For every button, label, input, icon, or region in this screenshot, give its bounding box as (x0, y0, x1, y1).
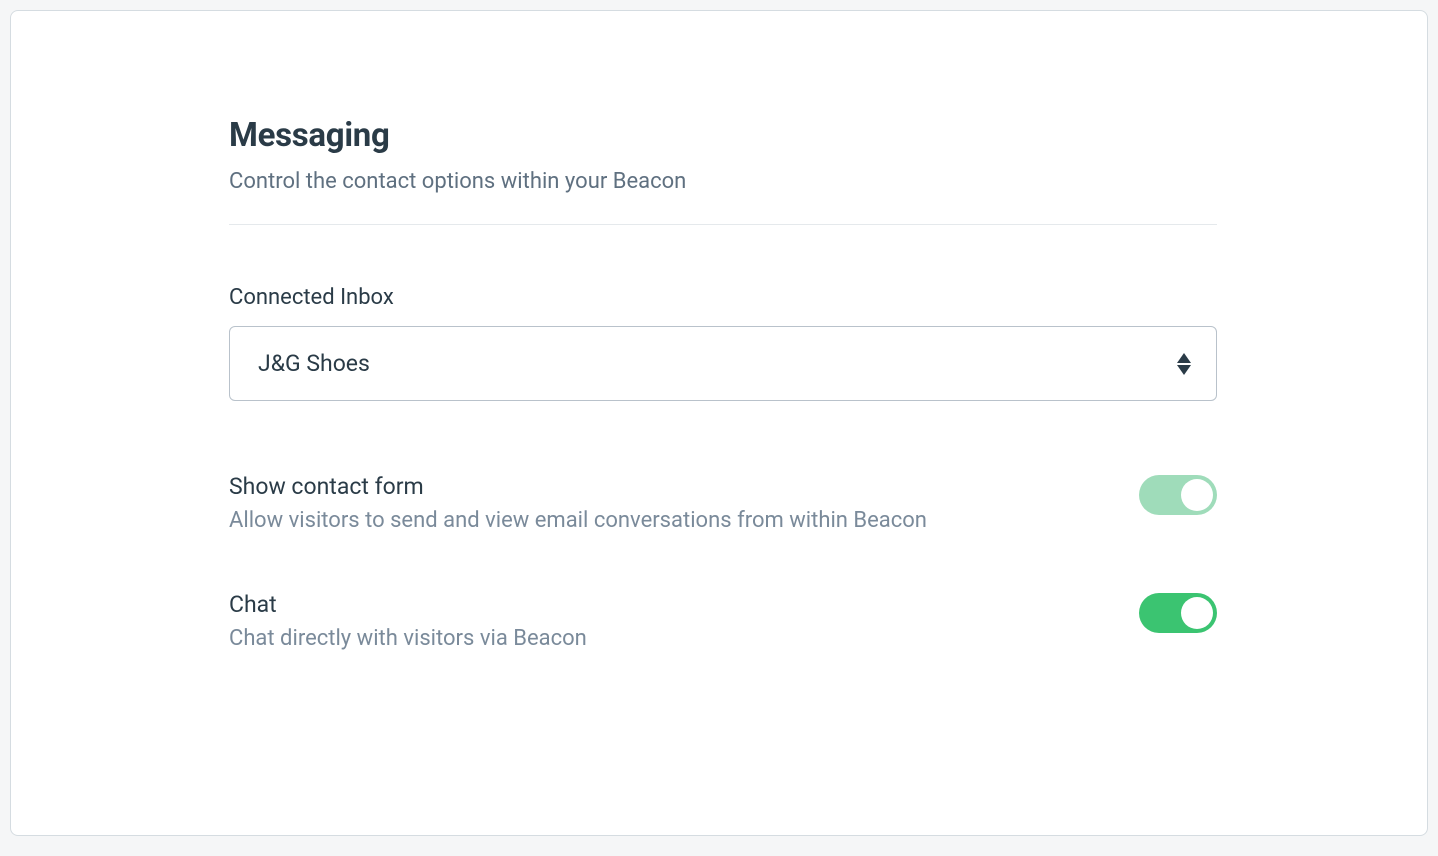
show-contact-form-row: Show contact form Allow visitors to send… (229, 473, 1217, 533)
show-contact-form-toggle[interactable] (1139, 475, 1217, 515)
chat-text: Chat Chat directly with visitors via Bea… (229, 591, 587, 651)
connected-inbox-label: Connected Inbox (229, 285, 1217, 310)
settings-panel: Messaging Control the contact options wi… (10, 10, 1428, 836)
show-contact-form-text: Show contact form Allow visitors to send… (229, 473, 927, 533)
messaging-section: Messaging Control the contact options wi… (11, 11, 1427, 711)
chat-row: Chat Chat directly with visitors via Bea… (229, 591, 1217, 651)
section-subtitle: Control the contact options within your … (229, 169, 1217, 194)
connected-inbox-select[interactable]: J&G Shoes (229, 326, 1217, 401)
toggle-knob (1181, 479, 1213, 511)
section-header: Messaging Control the contact options wi… (229, 116, 1217, 225)
toggle-knob (1181, 597, 1213, 629)
chat-desc: Chat directly with visitors via Beacon (229, 626, 587, 651)
connected-inbox-field: Connected Inbox J&G Shoes (229, 285, 1217, 401)
connected-inbox-select-wrap: J&G Shoes (229, 326, 1217, 401)
show-contact-form-title: Show contact form (229, 473, 927, 500)
show-contact-form-desc: Allow visitors to send and view email co… (229, 508, 927, 533)
chat-title: Chat (229, 591, 587, 618)
chat-toggle[interactable] (1139, 593, 1217, 633)
section-title: Messaging (229, 116, 1217, 155)
